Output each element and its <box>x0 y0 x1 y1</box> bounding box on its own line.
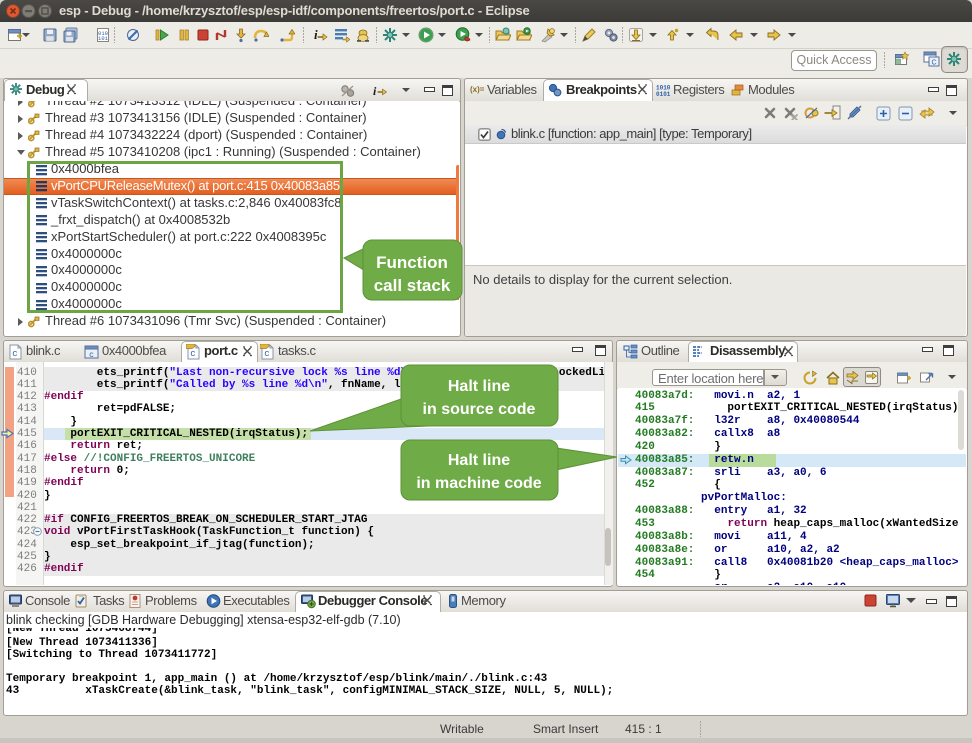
svg-text:i: i <box>373 84 377 98</box>
svg-text:c: c <box>12 349 17 359</box>
svg-text:c: c <box>264 349 269 359</box>
svg-text:Halt line: Halt line <box>448 452 510 469</box>
svg-text:i: i <box>314 27 318 42</box>
svg-text:101: 101 <box>98 35 109 42</box>
svg-text:Halt line: Halt line <box>448 378 510 395</box>
svg-text:c: c <box>190 349 195 359</box>
svg-text:call stack: call stack <box>374 276 451 295</box>
svg-text:C: C <box>931 60 936 67</box>
svg-text:c: c <box>89 351 94 360</box>
svg-text:0101: 0101 <box>656 91 670 97</box>
svg-text:in machine code: in machine code <box>416 475 541 492</box>
svg-text:(x)=: (x)= <box>470 85 485 94</box>
svg-text:Function: Function <box>376 253 448 272</box>
svg-text:in source code: in source code <box>423 401 536 418</box>
